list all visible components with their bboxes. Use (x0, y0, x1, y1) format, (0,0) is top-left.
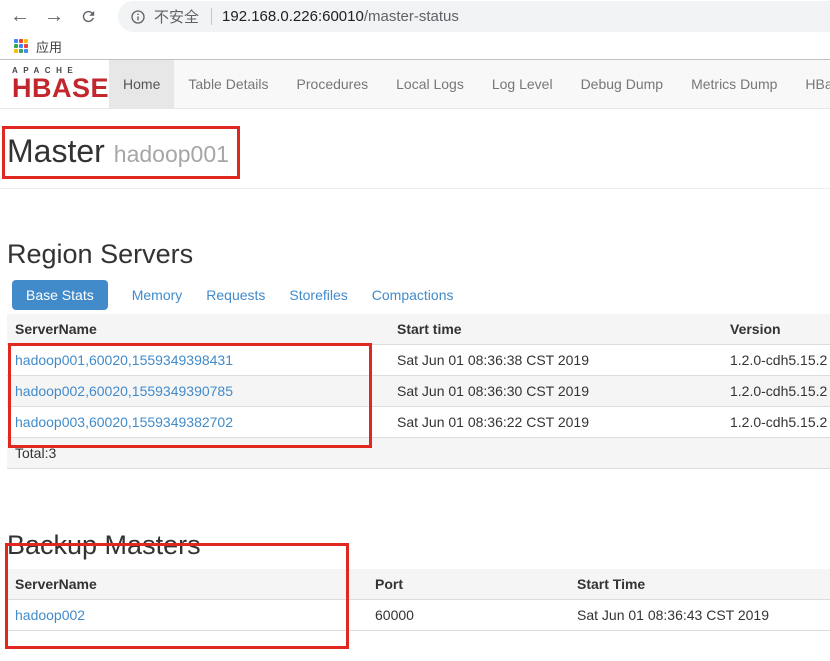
col-servername: ServerName (7, 314, 389, 345)
region-servers-table: ServerName Start time Version hadoop001,… (7, 314, 830, 469)
divider (0, 188, 830, 189)
region-servers-tabs: Base Stats Memory Requests Storefiles Co… (7, 279, 830, 311)
back-icon[interactable]: ← (8, 5, 32, 29)
tab-requests[interactable]: Requests (206, 287, 265, 303)
col-start-time: Start Time (569, 569, 830, 600)
region-servers-heading: Region Servers (7, 238, 830, 270)
table-row: hadoop001,60020,1559349398431 Sat Jun 01… (7, 345, 830, 376)
bookmarks-bar: 应用 (0, 33, 830, 60)
total-count: Total:3 (7, 438, 830, 469)
url-path: /master-status (364, 8, 459, 25)
tab-base-stats[interactable]: Base Stats (12, 280, 108, 310)
nav-item-home[interactable]: Home (109, 60, 174, 108)
nav-item-metrics-dump[interactable]: Metrics Dump (677, 60, 791, 108)
master-heading: Master hadoop001 (7, 132, 830, 173)
col-start-time: Start time (389, 314, 722, 345)
table-total-row: Total:3 (7, 438, 830, 469)
tab-storefiles[interactable]: Storefiles (289, 287, 347, 303)
region-server-link[interactable]: hadoop001,60020,1559349398431 (15, 352, 233, 368)
apps-bookmark-label[interactable]: 应用 (36, 37, 62, 56)
address-bar[interactable]: 不安全 192.168.0.226:60010/master-status (118, 1, 830, 32)
nav-item-procedures[interactable]: Procedures (283, 60, 383, 108)
start-time-cell: Sat Jun 01 08:36:22 CST 2019 (389, 407, 722, 438)
region-server-link[interactable]: hadoop002,60020,1559349390785 (15, 383, 233, 399)
refresh-icon[interactable] (76, 5, 100, 29)
nav-item-hbase-configuration[interactable]: HBase (791, 60, 830, 108)
nav-item-log-level[interactable]: Log Level (478, 60, 567, 108)
tab-memory[interactable]: Memory (132, 287, 183, 303)
master-hostname: hadoop001 (114, 141, 229, 167)
nav-item-local-logs[interactable]: Local Logs (382, 60, 478, 108)
backup-masters-heading: Backup Masters (7, 529, 830, 561)
version-cell: 1.2.0-cdh5.15.2 (722, 376, 830, 407)
version-cell: 1.2.0-cdh5.15.2 (722, 407, 830, 438)
version-cell: 1.2.0-cdh5.15.2 (722, 345, 830, 376)
region-server-link[interactable]: hadoop003,60020,1559349382702 (15, 414, 233, 430)
forward-icon[interactable]: → (42, 5, 66, 29)
table-header-row: ServerName Port Start Time (7, 569, 830, 600)
url-host: 192.168.0.226:60010 (222, 8, 364, 25)
browser-toolbar: ← → 不安全 192.168.0.226:60010/master-statu… (0, 0, 830, 33)
nav-item-debug-dump[interactable]: Debug Dump (567, 60, 678, 108)
start-time-cell: Sat Jun 01 08:36:30 CST 2019 (389, 376, 722, 407)
page-content: Master hadoop001 Region Servers Base Stat… (0, 132, 830, 631)
col-port: Port (367, 569, 569, 600)
start-time-cell: Sat Jun 01 08:36:38 CST 2019 (389, 345, 722, 376)
backup-master-link[interactable]: hadoop002 (15, 607, 85, 623)
table-header-row: ServerName Start time Version (7, 314, 830, 345)
hbase-logo[interactable]: APACHE HBASE (0, 60, 109, 108)
logo-hbase-text: HBASE (12, 76, 109, 102)
col-version: Version (722, 314, 830, 345)
port-cell: 60000 (367, 600, 569, 631)
not-secure-label[interactable]: 不安全 (154, 6, 199, 27)
col-servername: ServerName (7, 569, 367, 600)
info-circle-icon[interactable] (130, 9, 146, 25)
table-row: hadoop002,60020,1559349390785 Sat Jun 01… (7, 376, 830, 407)
table-row: hadoop003,60020,1559349382702 Sat Jun 01… (7, 407, 830, 438)
master-title: Master (7, 133, 105, 169)
start-time-cell: Sat Jun 01 08:36:43 CST 2019 (569, 600, 830, 631)
table-row: hadoop002 60000 Sat Jun 01 08:36:43 CST … (7, 600, 830, 631)
tab-compactions[interactable]: Compactions (372, 287, 454, 303)
nav-item-table-details[interactable]: Table Details (174, 60, 282, 108)
omnibox-divider (211, 8, 212, 25)
hbase-navbar: APACHE HBASE Home Table Details Procedur… (0, 60, 830, 109)
apps-grid-icon[interactable] (14, 39, 28, 53)
backup-masters-table: ServerName Port Start Time hadoop002 600… (7, 569, 830, 631)
